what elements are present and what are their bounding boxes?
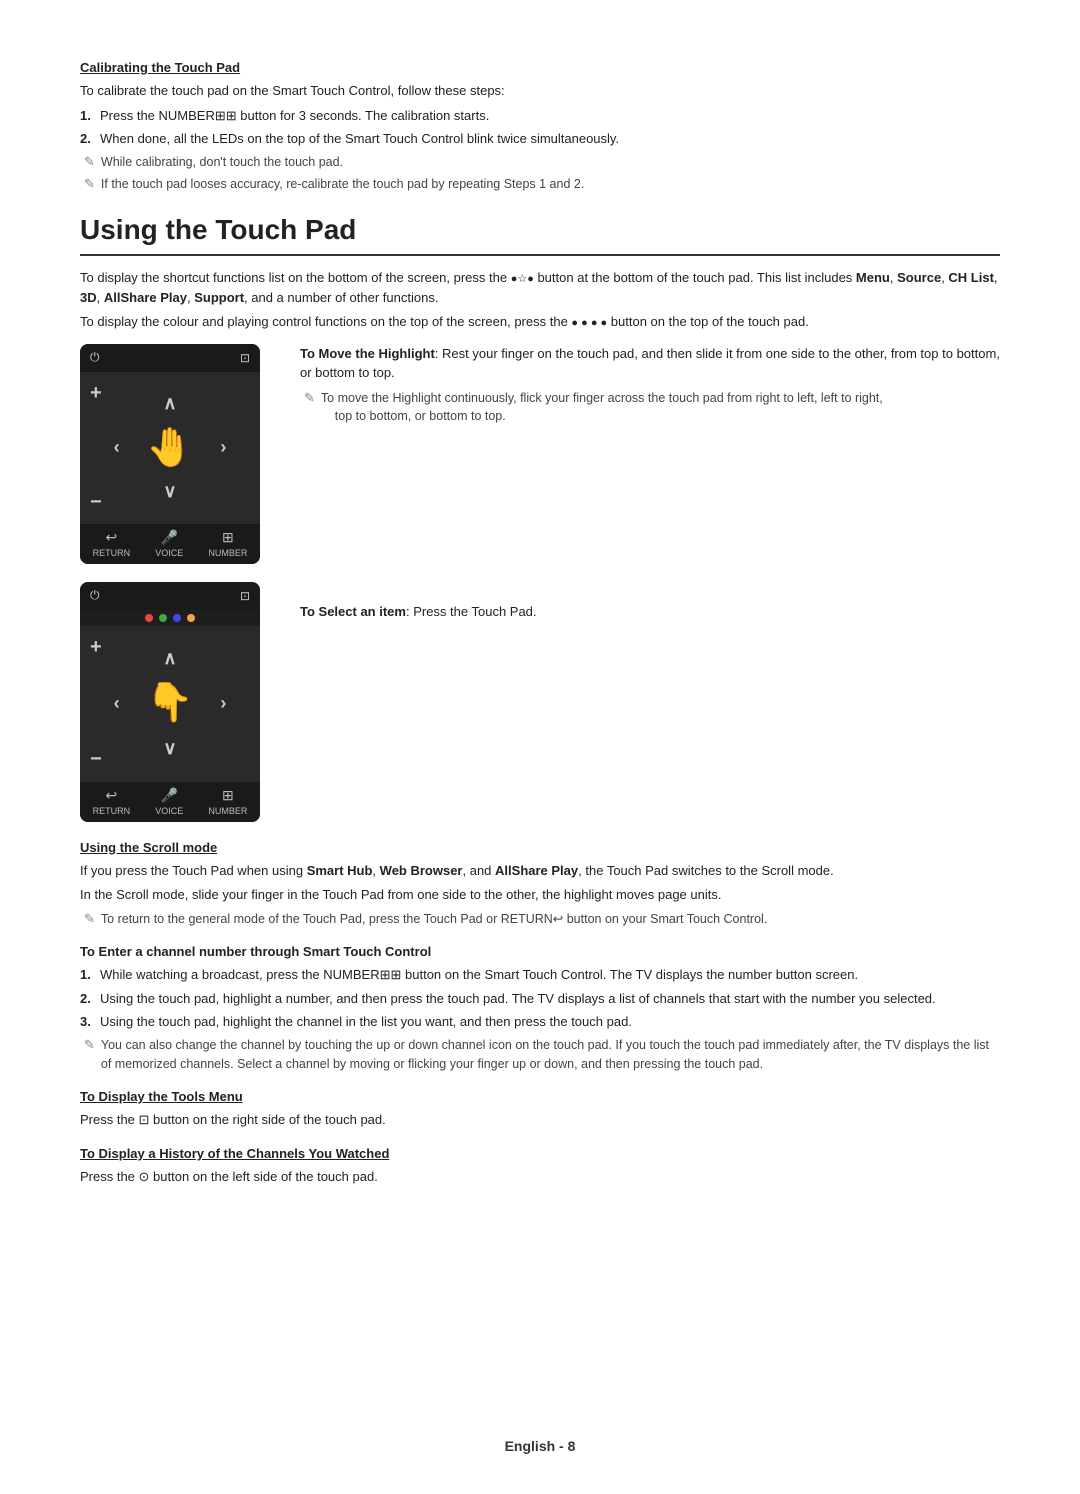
- page-footer: English - 8: [0, 1438, 1080, 1454]
- touch-image-1: ⏻ ⊡ + ∧ ‹ 🤚 › −: [80, 344, 280, 564]
- channel-note: ✎ You can also change the channel by tou…: [80, 1036, 1000, 1074]
- tc-bottom-bar-2: ↩ RETURN 🎤 VOICE ⊞ NUMBER: [80, 782, 260, 822]
- tc-grid-2: + ∧ ‹ 👇 › − ∨: [80, 626, 260, 782]
- touch-control-device-2: ⏻ ⊡ + ∧ ‹ 👇 › − ∨: [80, 582, 260, 822]
- channel-number-section: To Enter a channel number through Smart …: [80, 944, 1000, 1073]
- scroll-mode-para2: In the Scroll mode, slide your finger in…: [80, 885, 1000, 905]
- tc-left-arrow-2: ‹: [114, 693, 120, 714]
- touch-move-section: ⏻ ⊡ + ∧ ‹ 🤚 › −: [80, 344, 1000, 564]
- dot-green: [159, 614, 167, 622]
- select-item-text: : Press the Touch Pad.: [406, 604, 537, 619]
- channel-note-text: You can also change the channel by touch…: [101, 1036, 1000, 1074]
- touch-select-section: ⏻ ⊡ + ∧ ‹ 👇 › − ∨: [80, 582, 1000, 822]
- tools-menu-section: To Display the Tools Menu Press the ⊡ bu…: [80, 1089, 1000, 1130]
- dot-blue: [173, 614, 181, 622]
- number-icon-2: ⊞: [222, 787, 234, 804]
- tc-top-bar-1: ⏻ ⊡: [80, 344, 260, 372]
- page-title: Using the Touch Pad: [80, 214, 1000, 256]
- channel-step-2: 2.Using the touch pad, highlight a numbe…: [80, 989, 1000, 1009]
- move-highlight-heading: To Move the Highlight: [300, 346, 435, 361]
- return-icon: ↩: [105, 529, 117, 546]
- calibrating-intro: To calibrate the touch pad on the Smart …: [80, 81, 1000, 101]
- history-section: To Display a History of the Channels You…: [80, 1146, 1000, 1187]
- tc-plus-2: +: [90, 636, 102, 659]
- scroll-mode-para1: If you press the Touch Pad when using Sm…: [80, 861, 1000, 881]
- scroll-mode-note: ✎ To return to the general mode of the T…: [80, 910, 1000, 929]
- calibrating-steps: 1.Press the NUMBER⊞⊞ button for 3 second…: [80, 106, 1000, 149]
- dot-yellow: [187, 614, 195, 622]
- touch-select-text: To Select an item: Press the Touch Pad.: [300, 582, 1000, 822]
- tc-return-btn-2: ↩ RETURN: [93, 787, 131, 816]
- move-note-text: To move the Highlight continuously, flic…: [321, 389, 883, 427]
- tc-grid-1: + ∧ ‹ 🤚 › − ∨: [80, 372, 260, 524]
- calibrating-note-2: ✎ If the touch pad looses accuracy, re-c…: [80, 175, 1000, 194]
- tc-up-arrow: ∧: [163, 393, 176, 414]
- touch-move-text: To Move the Highlight: Rest your finger …: [300, 344, 1000, 564]
- tc-return-btn: ↩ RETURN: [93, 529, 131, 558]
- history-text: Press the ⊙ button on the left side of t…: [80, 1167, 1000, 1187]
- touch-control-device-1: ⏻ ⊡ + ∧ ‹ 🤚 › −: [80, 344, 260, 564]
- note-icon-1: ✎: [84, 154, 95, 170]
- tc-menu-icon: ⊡: [240, 351, 250, 365]
- tools-menu-text: Press the ⊡ button on the right side of …: [80, 1110, 1000, 1130]
- tc-plus: +: [90, 382, 102, 405]
- select-item-para: To Select an item: Press the Touch Pad.: [300, 602, 1000, 622]
- voice-icon-2: 🎤: [161, 787, 178, 804]
- note-icon-5: ✎: [84, 1037, 95, 1053]
- select-item-heading: To Select an item: [300, 604, 406, 619]
- tools-menu-heading: To Display the Tools Menu: [80, 1089, 1000, 1104]
- history-heading: To Display a History of the Channels You…: [80, 1146, 1000, 1161]
- calibrating-heading: Calibrating the Touch Pad: [80, 60, 1000, 75]
- calibrating-note-1: ✎ While calibrating, don't touch the tou…: [80, 153, 1000, 172]
- scroll-mode-heading: Using the Scroll mode: [80, 840, 1000, 855]
- tc-hand-center-2: 👇: [146, 681, 193, 725]
- channel-step-1: 1.While watching a broadcast, press the …: [80, 965, 1000, 985]
- footer-text: English - 8: [505, 1438, 576, 1454]
- scroll-mode-section: Using the Scroll mode If you press the T…: [80, 840, 1000, 929]
- tc-right-arrow: ›: [220, 437, 226, 458]
- dot-red: [145, 614, 153, 622]
- tc-menu-icon-2: ⊡: [240, 589, 250, 603]
- tc-color-dots: [80, 610, 260, 626]
- touch-pad-intro-1: To display the shortcut functions list o…: [80, 268, 1000, 307]
- move-note-row: ✎ To move the Highlight continuously, fl…: [300, 389, 1000, 427]
- note-icon-4: ✎: [84, 911, 95, 927]
- channel-number-steps: 1.While watching a broadcast, press the …: [80, 965, 1000, 1032]
- tc-number-btn-2: ⊞ NUMBER: [208, 787, 247, 816]
- tc-left-arrow: ‹: [114, 437, 120, 458]
- tc-top-bar-2: ⏻ ⊡: [80, 582, 260, 610]
- hand-swipe-icon: 🤚: [146, 426, 193, 470]
- tc-minus: −: [90, 491, 102, 514]
- tc-down-arrow-2: ∨: [163, 738, 176, 759]
- calibrating-section: Calibrating the Touch Pad To calibrate t…: [80, 60, 1000, 194]
- tc-voice-btn: 🎤 VOICE: [155, 529, 183, 558]
- channel-number-heading: To Enter a channel number through Smart …: [80, 944, 1000, 959]
- touch-image-2: ⏻ ⊡ + ∧ ‹ 👇 › − ∨: [80, 582, 280, 822]
- calibrating-step-1: 1.Press the NUMBER⊞⊞ button for 3 second…: [80, 106, 1000, 126]
- note-icon-3: ✎: [304, 390, 315, 406]
- tc-power-icon-2: ⏻: [90, 588, 100, 603]
- scroll-mode-note-text: To return to the general mode of the Tou…: [101, 910, 767, 929]
- move-highlight-para: To Move the Highlight: Rest your finger …: [300, 344, 1000, 383]
- tc-minus-2: −: [90, 748, 102, 771]
- voice-icon: 🎤: [161, 529, 178, 546]
- tc-down-arrow: ∨: [163, 481, 176, 502]
- tc-up-arrow-2: ∧: [163, 648, 176, 669]
- tc-bottom-bar-1: ↩ RETURN 🎤 VOICE ⊞ NUMBER: [80, 524, 260, 564]
- tc-number-btn: ⊞ NUMBER: [208, 529, 247, 558]
- tc-hand-center-1: 🤚: [146, 426, 193, 470]
- tc-power-icon: ⏻: [90, 350, 100, 365]
- touch-pad-intro-2: To display the colour and playing contro…: [80, 312, 1000, 332]
- channel-step-3: 3.Using the touch pad, highlight the cha…: [80, 1012, 1000, 1032]
- tc-right-arrow-2: ›: [220, 693, 226, 714]
- number-icon: ⊞: [222, 529, 234, 546]
- return-icon-2: ↩: [105, 787, 117, 804]
- tc-voice-btn-2: 🎤 VOICE: [155, 787, 183, 816]
- note-icon-2: ✎: [84, 176, 95, 192]
- calibrating-step-2: 2.When done, all the LEDs on the top of …: [80, 129, 1000, 149]
- hand-press-icon: 👇: [146, 681, 193, 725]
